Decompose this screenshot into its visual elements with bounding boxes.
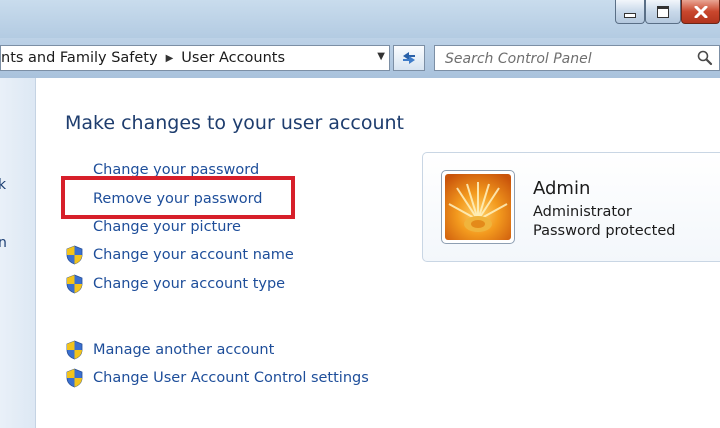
close-icon <box>694 5 707 18</box>
breadcrumb-family-safety[interactable]: nts and Family Safety <box>1 50 158 66</box>
change-account-type-link[interactable]: Change your account type <box>93 276 285 292</box>
uac-shield-icon <box>66 274 83 294</box>
maximize-icon <box>657 5 669 18</box>
search-icon[interactable] <box>697 50 713 70</box>
manage-another-account-link[interactable]: Manage another account <box>93 342 274 358</box>
change-account-name-link[interactable]: Change your account name <box>93 247 294 263</box>
address-row: nts and Family Safety ▶ User Accounts ▼ <box>0 38 720 78</box>
change-uac-settings-link[interactable]: Change User Account Control settings <box>93 370 369 386</box>
chevron-down-icon[interactable]: ▼ <box>377 51 385 62</box>
uac-shield-icon <box>66 368 83 388</box>
uac-shield-icon <box>66 340 83 360</box>
refresh-arrows-icon <box>403 52 415 64</box>
chevron-right-icon[interactable]: ▶ <box>166 53 174 64</box>
main-content: Make changes to your user account Change… <box>37 78 720 428</box>
close-button[interactable] <box>681 0 720 24</box>
orange-flower-picture <box>445 174 511 240</box>
minimize-icon <box>624 13 636 18</box>
account-role: Administrator <box>533 204 632 220</box>
account-card: Admin Administrator Password protected <box>422 152 720 262</box>
breadcrumb-user-accounts[interactable]: User Accounts <box>181 50 285 66</box>
title-bar <box>0 0 720 38</box>
maximize-button[interactable] <box>645 0 681 24</box>
address-bar[interactable]: nts and Family Safety ▶ User Accounts ▼ <box>0 45 390 71</box>
navigation-pane: k n <box>0 78 36 428</box>
change-picture-link[interactable]: Change your picture <box>93 219 241 235</box>
nav-link-fragment[interactable]: n <box>0 235 7 251</box>
refresh-button[interactable] <box>393 45 425 71</box>
minimize-button[interactable] <box>615 0 645 24</box>
highlight-box <box>61 176 295 219</box>
account-status: Password protected <box>533 223 676 239</box>
page-title: Make changes to your user account <box>65 112 405 134</box>
search-input[interactable] <box>443 47 687 71</box>
nav-link-fragment[interactable]: k <box>0 177 6 193</box>
account-name: Admin <box>533 178 591 199</box>
account-picture[interactable] <box>441 170 515 244</box>
search-box[interactable] <box>434 45 720 71</box>
uac-shield-icon <box>66 245 83 265</box>
